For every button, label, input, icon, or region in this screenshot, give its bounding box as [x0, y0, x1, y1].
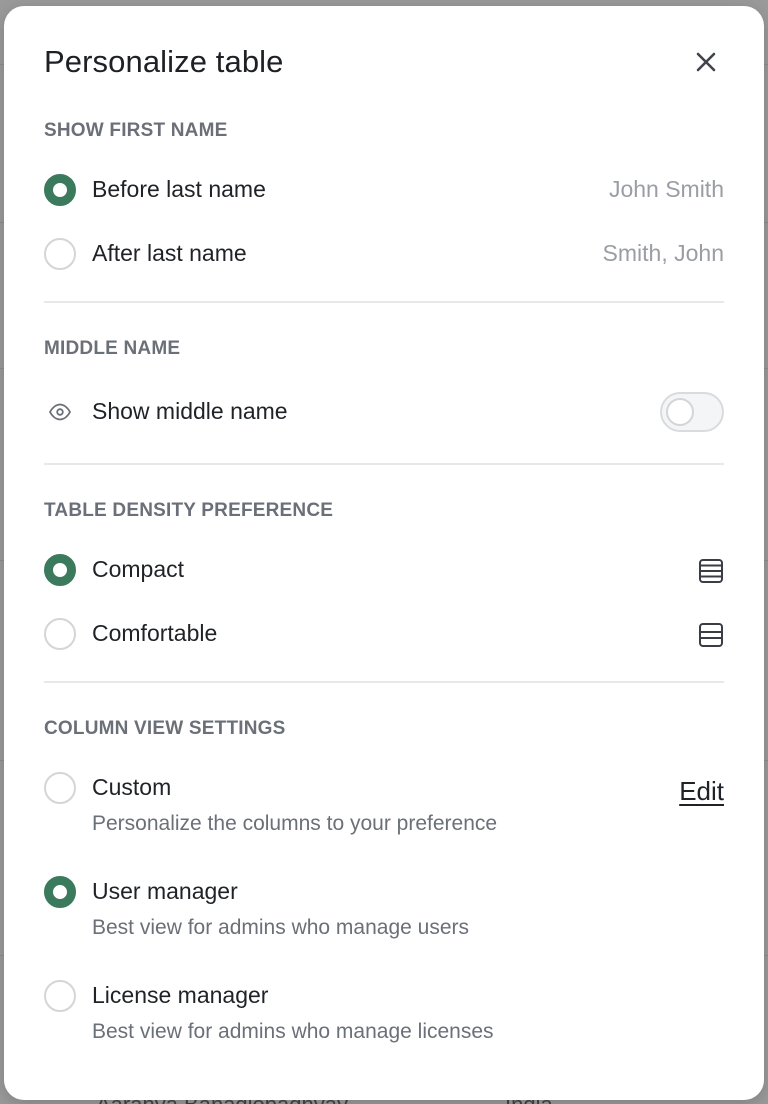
option-label: Before last name	[92, 176, 266, 202]
section-divider	[44, 301, 724, 303]
option-user-manager[interactable]: User manager Best view for admins who ma…	[44, 872, 724, 952]
option-license-manager[interactable]: License manager Best view for admins who…	[44, 976, 724, 1056]
radio-user-manager[interactable]	[44, 876, 76, 908]
section-label-columns: COLUMN VIEW SETTINGS	[44, 718, 286, 739]
edit-columns-link[interactable]: Edit	[679, 776, 724, 807]
option-example: John Smith	[608, 176, 724, 202]
radio-before-last-name[interactable]	[44, 174, 76, 206]
option-label: Custom	[92, 774, 172, 800]
option-description: Best view for admins who manage users	[92, 916, 470, 939]
option-description: Personalize the columns to your preferen…	[92, 812, 498, 835]
option-label: License manager	[92, 982, 269, 1008]
section-label-middle-name: MIDDLE NAME	[44, 338, 181, 359]
show-middle-name-toggle[interactable]	[660, 392, 724, 432]
personalize-table-dialog: Personalize table SHOW FIRST NAME Before…	[4, 6, 764, 1100]
show-middle-name-row: Show middle name	[44, 392, 724, 432]
radio-after-last-name[interactable]	[44, 238, 76, 270]
compact-rows-icon	[699, 559, 723, 583]
section-label-first-name: SHOW FIRST NAME	[44, 120, 228, 141]
option-comfortable[interactable]: Comfortable	[44, 614, 724, 654]
option-custom[interactable]: Custom Personalize the columns to your p…	[44, 768, 724, 848]
toggle-label: Show middle name	[92, 398, 288, 424]
dialog-title: Personalize table	[44, 44, 284, 79]
section-label-density: TABLE DENSITY PREFERENCE	[44, 500, 334, 521]
section-divider	[44, 681, 724, 683]
option-before-last-name[interactable]: Before last name John Smith	[44, 170, 724, 210]
option-after-last-name[interactable]: After last name Smith, John	[44, 234, 724, 274]
section-divider	[44, 463, 724, 465]
close-button[interactable]	[690, 46, 722, 78]
option-example: Smith, John	[602, 240, 724, 266]
option-compact[interactable]: Compact	[44, 550, 724, 590]
option-label: Comfortable	[92, 620, 218, 646]
radio-comfortable[interactable]	[44, 618, 76, 650]
radio-custom[interactable]	[44, 772, 76, 804]
close-icon	[696, 52, 716, 72]
option-label: User manager	[92, 878, 238, 904]
option-label: Compact	[92, 556, 185, 582]
option-label: After last name	[92, 240, 247, 266]
comfortable-rows-icon	[699, 623, 723, 647]
toggle-knob	[666, 398, 694, 426]
eye-icon	[48, 403, 72, 421]
radio-compact[interactable]	[44, 554, 76, 586]
radio-license-manager[interactable]	[44, 980, 76, 1012]
option-description: Best view for admins who manage licenses	[92, 1020, 494, 1043]
